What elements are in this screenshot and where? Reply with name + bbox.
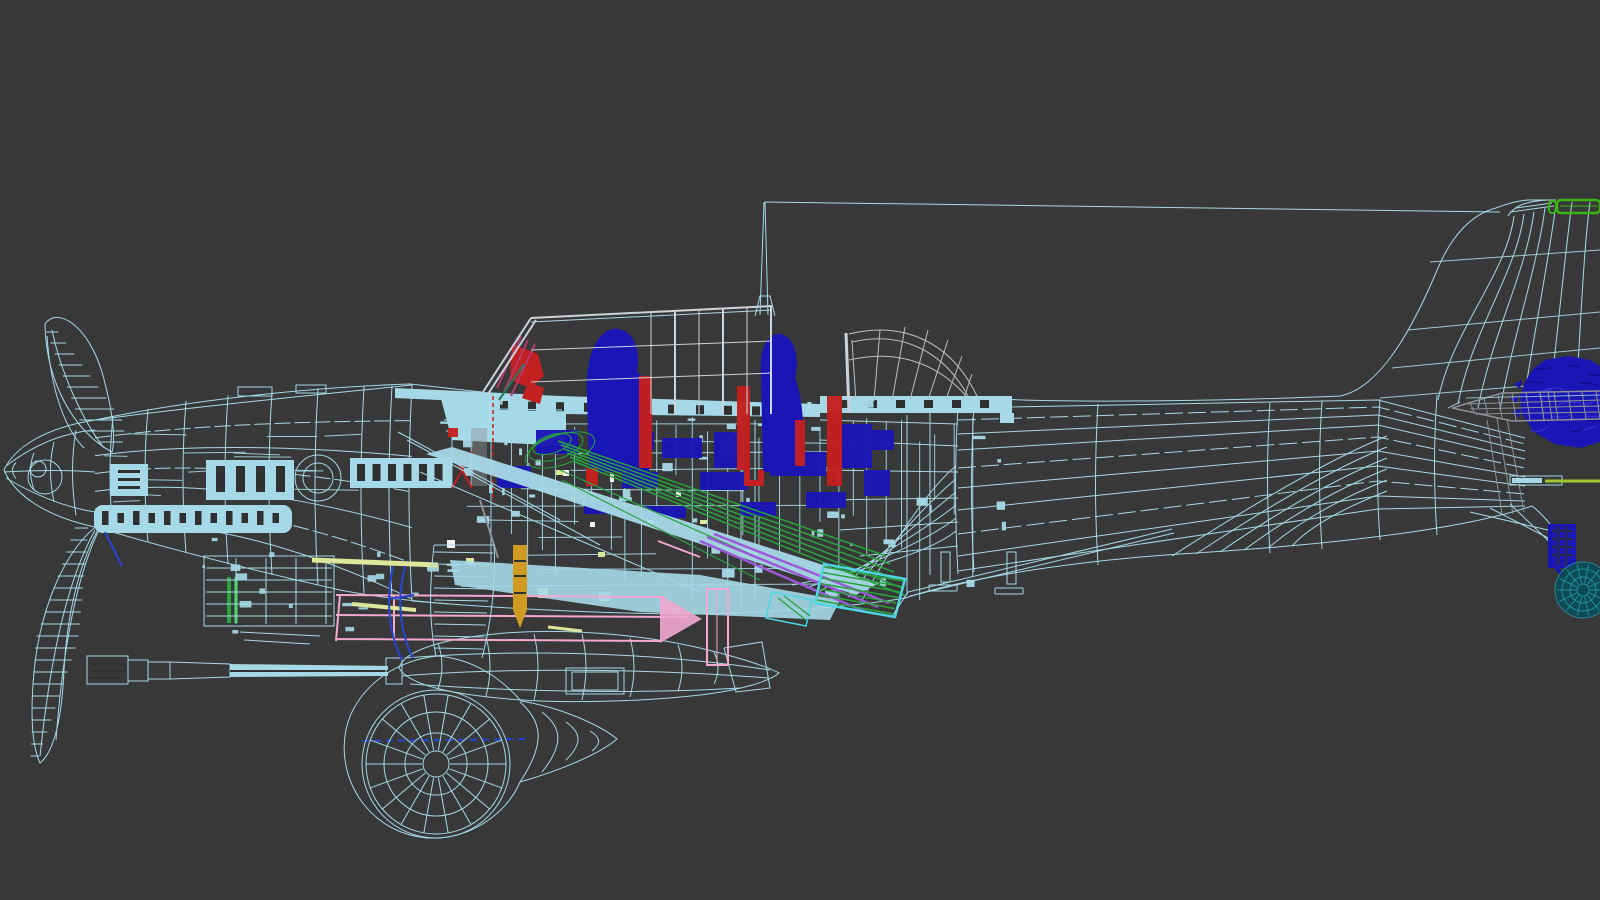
mesh-line	[289, 604, 293, 608]
mesh-line	[827, 396, 842, 486]
mesh-line	[864, 470, 890, 496]
mesh-line	[529, 494, 535, 497]
mesh-line	[500, 399, 502, 405]
mesh-line	[980, 400, 989, 408]
mesh-line	[104, 456, 127, 457]
mesh-line	[758, 423, 762, 426]
mesh-line	[133, 511, 140, 525]
mesh-line	[740, 502, 776, 516]
wireframe-scene	[0, 0, 1600, 900]
mesh-line	[211, 513, 218, 523]
mesh-line	[345, 627, 354, 631]
mesh-line	[118, 470, 140, 473]
mesh-line	[149, 513, 156, 523]
mesh-line	[373, 464, 381, 481]
mesh-line	[519, 448, 522, 455]
mesh-line	[368, 575, 377, 581]
mesh-line	[807, 402, 811, 409]
mesh-line	[447, 540, 455, 548]
rod-housing-fill	[1512, 478, 1542, 483]
mesh-line	[795, 420, 805, 466]
mesh-line	[867, 400, 874, 408]
mesh-line	[838, 424, 872, 468]
mesh-line	[662, 463, 672, 471]
mesh-line	[696, 405, 704, 414]
mesh-line	[929, 505, 931, 512]
mesh-line	[240, 601, 252, 608]
mesh-line	[276, 466, 285, 492]
mesh-line	[722, 569, 735, 578]
mesh-line	[273, 513, 280, 523]
viewport-canvas[interactable]	[0, 0, 1600, 900]
mesh-line	[973, 436, 986, 439]
mesh-line	[538, 537, 622, 538]
mesh-line	[259, 588, 265, 593]
mesh-line	[357, 464, 365, 481]
mesh-line	[448, 428, 458, 437]
mesh-line	[811, 427, 820, 431]
mesh-line	[896, 400, 905, 408]
mesh-line	[872, 430, 894, 450]
mesh-line	[1002, 522, 1006, 531]
mesh-line	[737, 386, 750, 470]
mesh-line	[404, 464, 412, 481]
mesh-line	[195, 511, 202, 525]
mesh-line	[639, 376, 652, 468]
mesh-line	[693, 518, 698, 522]
mesh-line	[232, 630, 238, 634]
mesh-line	[590, 522, 595, 527]
mesh-line	[256, 466, 265, 492]
mesh-line	[502, 487, 504, 495]
mesh-line	[752, 406, 760, 415]
mesh-line	[924, 400, 933, 408]
mesh-line	[226, 511, 233, 525]
mesh-line	[688, 418, 696, 420]
mesh-line	[598, 552, 605, 557]
mesh-line	[700, 520, 707, 524]
mesh-line	[231, 565, 241, 572]
mesh-line	[359, 607, 368, 609]
mesh-line	[883, 539, 894, 544]
mesh-line	[724, 406, 732, 415]
mesh-line	[212, 538, 218, 541]
mesh-line	[662, 438, 702, 458]
mesh-line	[102, 511, 109, 525]
mesh-line	[118, 478, 140, 481]
mesh-line	[269, 552, 274, 557]
mesh-line	[806, 492, 846, 508]
mesh-line	[377, 552, 381, 557]
mesh-line	[440, 421, 447, 423]
mesh-line	[997, 501, 1005, 509]
mesh-line	[888, 544, 895, 547]
mesh-line	[202, 565, 205, 568]
mesh-line	[235, 573, 247, 580]
mesh-line	[342, 603, 352, 606]
mesh-line	[180, 513, 187, 523]
exhaust-stubs[interactable]	[94, 505, 292, 533]
mesh-line	[164, 511, 171, 525]
mesh-line	[841, 514, 845, 518]
mesh-line	[952, 400, 961, 408]
mesh-line	[727, 424, 736, 430]
mesh-line	[827, 511, 838, 517]
mesh-line	[118, 513, 125, 523]
mesh-line	[623, 489, 631, 498]
mesh-line	[700, 472, 748, 490]
mesh-line	[997, 459, 1001, 462]
mesh-line	[236, 466, 245, 492]
mesh-line	[216, 466, 225, 492]
mesh-line	[504, 438, 507, 445]
mesh-line	[376, 574, 384, 579]
mesh-line	[388, 464, 396, 481]
mesh-line	[242, 513, 249, 523]
mesh-line	[257, 511, 264, 525]
mesh-line	[917, 498, 928, 506]
mesh-line	[118, 486, 140, 489]
